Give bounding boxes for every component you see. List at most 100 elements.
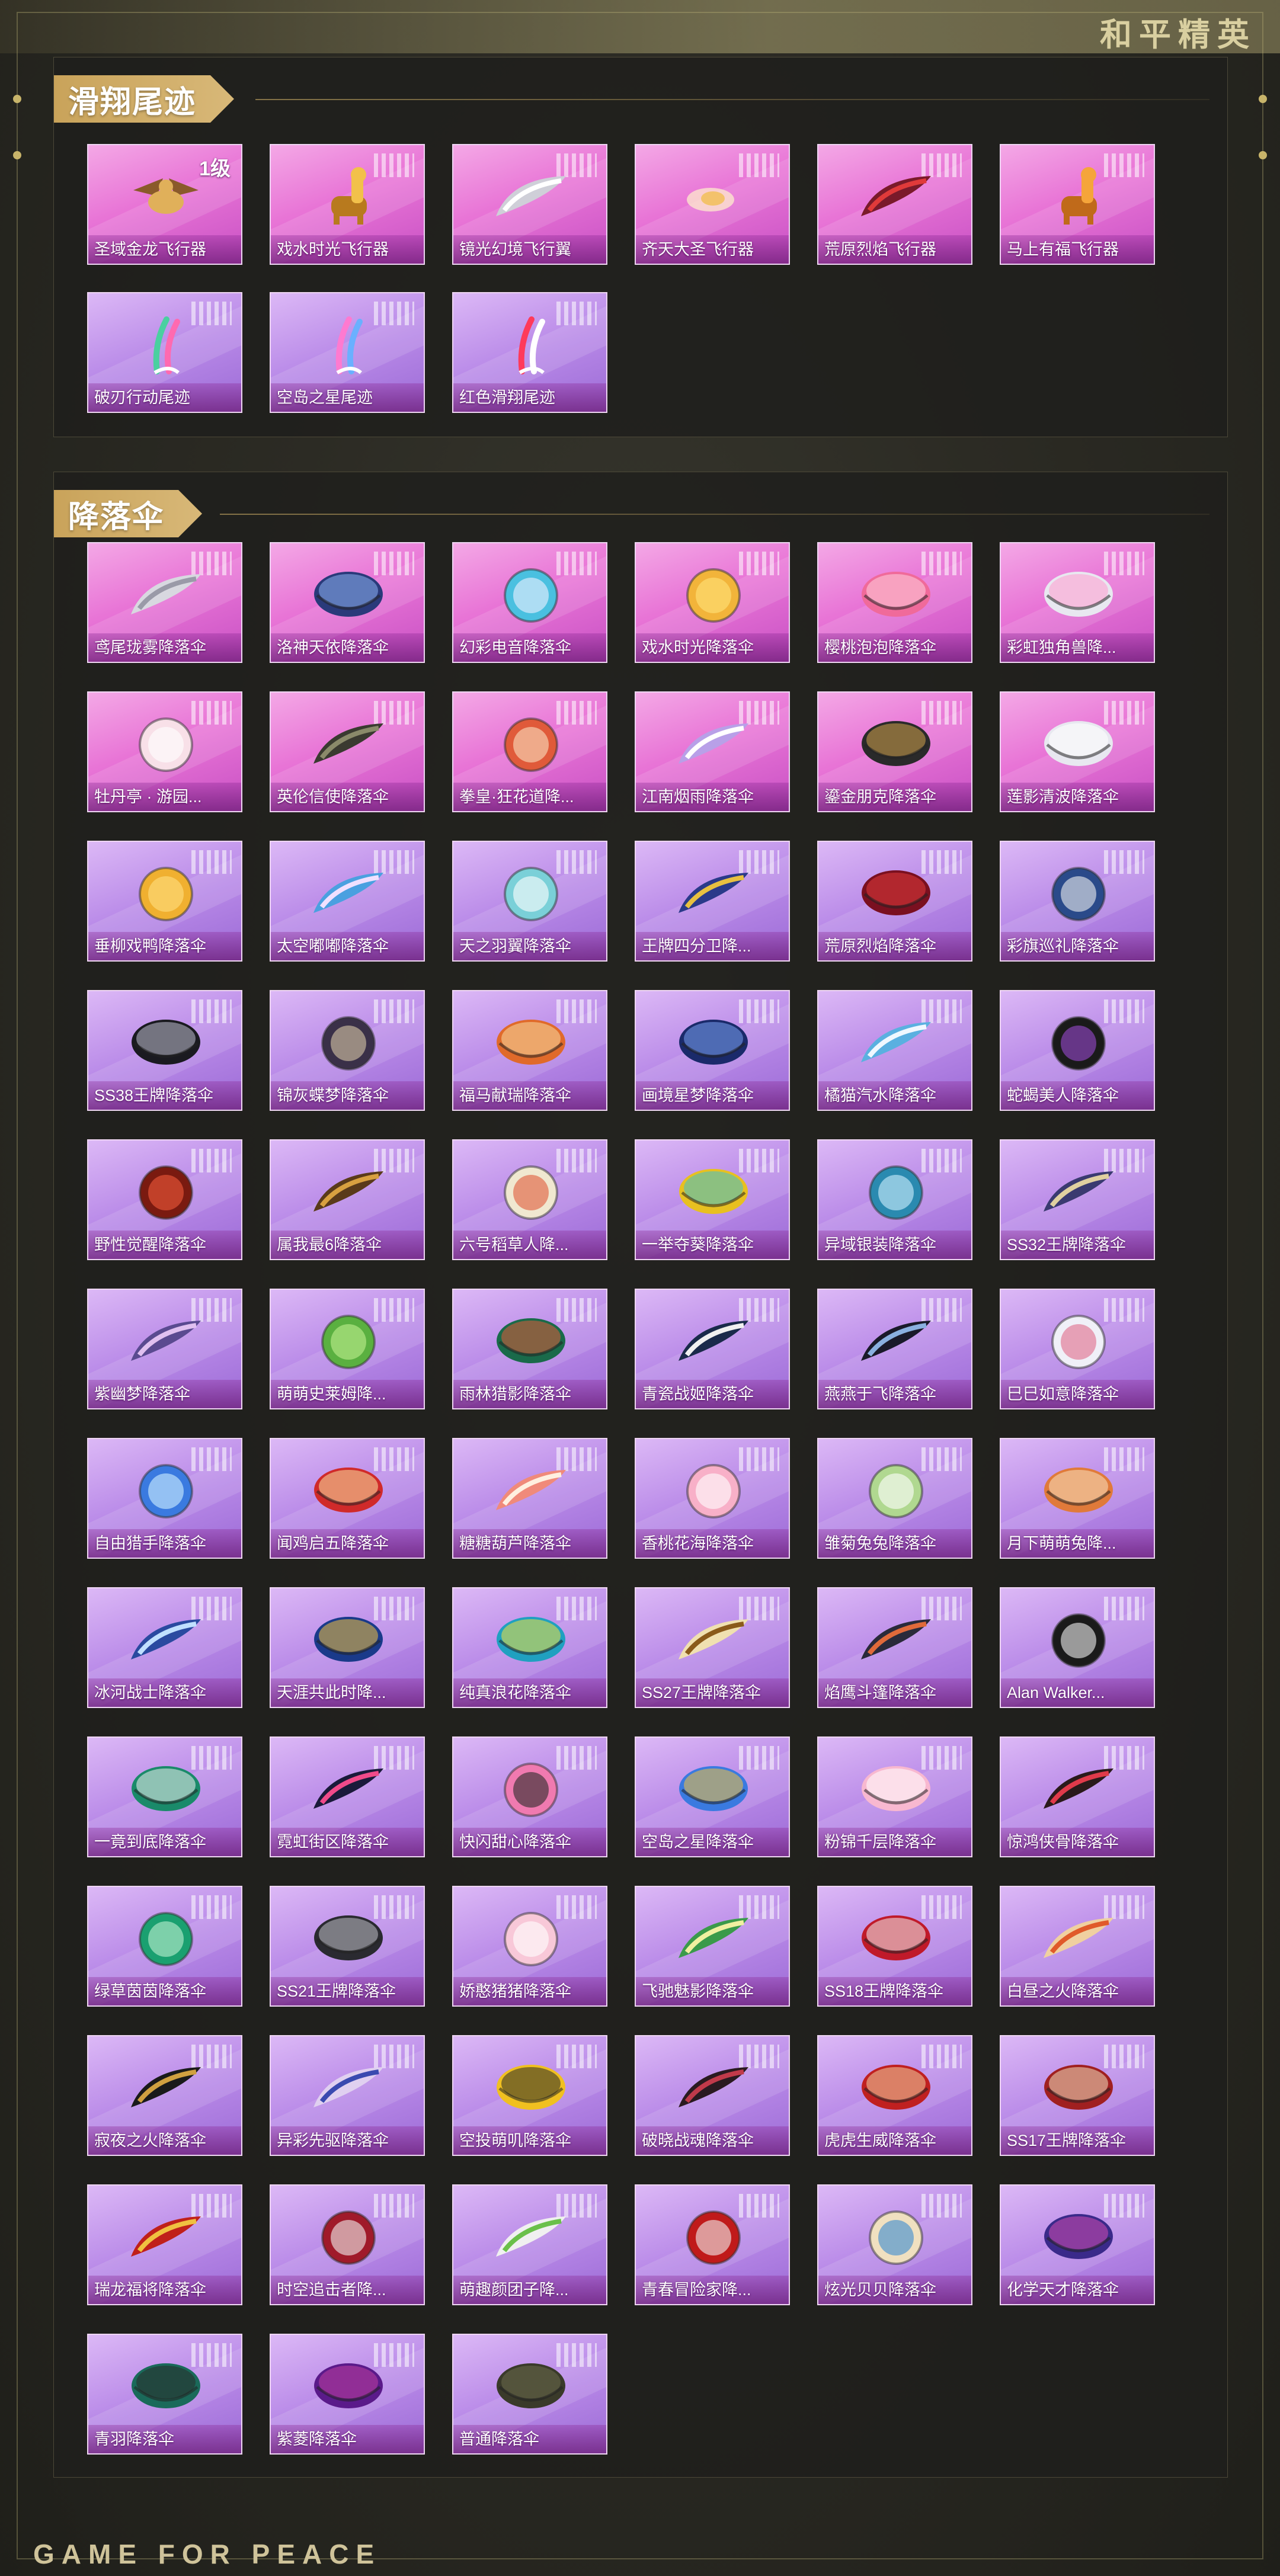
item-card[interactable]: 镜光幻境飞行翼 (452, 144, 607, 265)
item-card[interactable]: 1级 圣域金龙飞行器 (87, 144, 242, 265)
parachute-icon (675, 1162, 752, 1223)
item-card[interactable]: Alan Walker... (1000, 1587, 1155, 1708)
item-card[interactable]: 普通降落伞 (452, 2334, 607, 2455)
item-card[interactable]: 冰河战士降落伞 (87, 1587, 242, 1708)
item-card[interactable]: SS27王牌降落伞 (635, 1587, 790, 1708)
item-card[interactable]: 画境星梦降落伞 (635, 990, 790, 1111)
item-card[interactable]: 马上有福飞行器 (1000, 144, 1155, 265)
item-card[interactable]: 糖糖葫芦降落伞 (452, 1438, 607, 1559)
item-card[interactable]: 牡丹亭 · 游园... (87, 691, 242, 812)
top-banner (0, 0, 1280, 53)
item-card[interactable]: 绿草茵茵降落伞 (87, 1886, 242, 2007)
item-card[interactable]: 白昼之火降落伞 (1000, 1886, 1155, 2007)
parachute-icon (857, 1610, 935, 1671)
item-card[interactable]: 惊鸿侠骨降落伞 (1000, 1736, 1155, 1857)
item-card[interactable]: 福马献瑞降落伞 (452, 990, 607, 1111)
item-card[interactable]: 红色滑翔尾迹 (452, 292, 607, 413)
item-label: 炫光贝贝降落伞 (818, 2276, 971, 2304)
parachute-icon (492, 1013, 569, 1074)
item-card[interactable]: 空投萌叽降落伞 (452, 2035, 607, 2156)
item-card[interactable]: 寂夜之火降落伞 (87, 2035, 242, 2156)
parachute-icon (492, 1311, 569, 1373)
item-card[interactable]: 巳巳如意降落伞 (1000, 1289, 1155, 1409)
item-card[interactable]: 荒原烈焰飞行器 (817, 144, 972, 265)
item-label: 莲影清波降落伞 (1001, 783, 1154, 811)
item-card[interactable]: 江南烟雨降落伞 (635, 691, 790, 812)
footer-brand: GAME FOR PEACE (33, 2539, 382, 2569)
item-card[interactable]: 娇憨猪猪降落伞 (452, 1886, 607, 2007)
item-label: 戏水时光降落伞 (636, 633, 789, 662)
item-card[interactable]: 彩旗巡礼降落伞 (1000, 841, 1155, 962)
item-card[interactable]: 虎虎生威降落伞 (817, 2035, 972, 2156)
item-card[interactable]: SS18王牌降落伞 (817, 1886, 972, 2007)
item-card[interactable]: 燕燕于飞降落伞 (817, 1289, 972, 1409)
item-card[interactable]: 青春冒险家降... (635, 2184, 790, 2305)
item-card[interactable]: 闻鸡启五降落伞 (270, 1438, 425, 1559)
item-card[interactable]: 异域银装降落伞 (817, 1139, 972, 1260)
item-card[interactable]: 焰鹰斗篷降落伞 (817, 1587, 972, 1708)
item-card[interactable]: 紫菱降落伞 (270, 2334, 425, 2455)
item-card[interactable]: 荒原烈焰降落伞 (817, 841, 972, 962)
item-card[interactable]: 月下萌萌兔降... (1000, 1438, 1155, 1559)
item-card[interactable]: 天之羽翼降落伞 (452, 841, 607, 962)
item-card[interactable]: 异彩先驱降落伞 (270, 2035, 425, 2156)
item-card[interactable]: 破晓战魂降落伞 (635, 2035, 790, 2156)
item-card[interactable]: 彩虹独角兽降... (1000, 542, 1155, 663)
item-card[interactable]: 樱桃泡泡降落伞 (817, 542, 972, 663)
item-card[interactable]: 纯真浪花降落伞 (452, 1587, 607, 1708)
item-card[interactable]: 青羽降落伞 (87, 2334, 242, 2455)
frame-dot (1259, 151, 1267, 159)
item-card[interactable]: 洛神天依降落伞 (270, 542, 425, 663)
item-card[interactable]: 破刃行动尾迹 (87, 292, 242, 413)
item-card[interactable]: 垂柳戏鸭降落伞 (87, 841, 242, 962)
item-card[interactable]: 锦灰蝶梦降落伞 (270, 990, 425, 1111)
parachute-icon (857, 2207, 935, 2269)
item-card[interactable]: 雏菊兔兔降落伞 (817, 1438, 972, 1559)
item-card[interactable]: 紫幽梦降落伞 (87, 1289, 242, 1409)
item-card[interactable]: 空岛之星尾迹 (270, 292, 425, 413)
item-card[interactable]: 蛇蝎美人降落伞 (1000, 990, 1155, 1111)
parachute-icon (857, 714, 935, 776)
item-card[interactable]: 瑞龙福将降落伞 (87, 2184, 242, 2305)
item-card[interactable]: 鎏金朋克降落伞 (817, 691, 972, 812)
item-card[interactable]: 霓虹街区降落伞 (270, 1736, 425, 1857)
item-card[interactable]: 拳皇·狂花道降... (452, 691, 607, 812)
item-card[interactable]: 齐天大圣飞行器 (635, 144, 790, 265)
item-card[interactable]: 时空追击者降... (270, 2184, 425, 2305)
item-label: 闻鸡启五降落伞 (271, 1529, 424, 1558)
item-card[interactable]: SS38王牌降落伞 (87, 990, 242, 1111)
parachute-icon (492, 714, 569, 776)
parachute-icon (127, 1908, 204, 1970)
parachute-icon (675, 1759, 752, 1821)
item-card[interactable]: 空岛之星降落伞 (635, 1736, 790, 1857)
item-card[interactable]: 橘猫汽水降落伞 (817, 990, 972, 1111)
item-card[interactable]: 太空嘟嘟降落伞 (270, 841, 425, 962)
item-card[interactable]: 戏水时光降落伞 (635, 542, 790, 663)
item-card[interactable]: 一举夺葵降落伞 (635, 1139, 790, 1260)
item-card[interactable]: 炫光贝贝降落伞 (817, 2184, 972, 2305)
item-card[interactable]: 鸢尾珑雾降落伞 (87, 542, 242, 663)
item-card[interactable]: 天涯共此时降... (270, 1587, 425, 1708)
item-card[interactable]: 粉锦千层降落伞 (817, 1736, 972, 1857)
item-card[interactable]: 幻彩电音降落伞 (452, 542, 607, 663)
item-card[interactable]: 莲影清波降落伞 (1000, 691, 1155, 812)
item-card[interactable]: 雨林猎影降落伞 (452, 1289, 607, 1409)
item-card[interactable]: 属我最6降落伞 (270, 1139, 425, 1260)
item-card[interactable]: 萌趣颜团子降... (452, 2184, 607, 2305)
item-card[interactable]: 飞驰魅影降落伞 (635, 1886, 790, 2007)
item-card[interactable]: 萌萌史莱姆降... (270, 1289, 425, 1409)
item-card[interactable]: 自由猎手降落伞 (87, 1438, 242, 1559)
item-card[interactable]: 王牌四分卫降... (635, 841, 790, 962)
item-card[interactable]: 化学天才降落伞 (1000, 2184, 1155, 2305)
item-card[interactable]: 一竟到底降落伞 (87, 1736, 242, 1857)
item-card[interactable]: 六号稻草人降... (452, 1139, 607, 1260)
item-card[interactable]: 戏水时光飞行器 (270, 144, 425, 265)
item-card[interactable]: 野性觉醒降落伞 (87, 1139, 242, 1260)
item-card[interactable]: SS21王牌降落伞 (270, 1886, 425, 2007)
item-card[interactable]: SS17王牌降落伞 (1000, 2035, 1155, 2156)
item-card[interactable]: 快闪甜心降落伞 (452, 1736, 607, 1857)
item-card[interactable]: 英伦信使降落伞 (270, 691, 425, 812)
item-card[interactable]: SS32王牌降落伞 (1000, 1139, 1155, 1260)
item-card[interactable]: 香桃花海降落伞 (635, 1438, 790, 1559)
item-card[interactable]: 青瓷战姬降落伞 (635, 1289, 790, 1409)
